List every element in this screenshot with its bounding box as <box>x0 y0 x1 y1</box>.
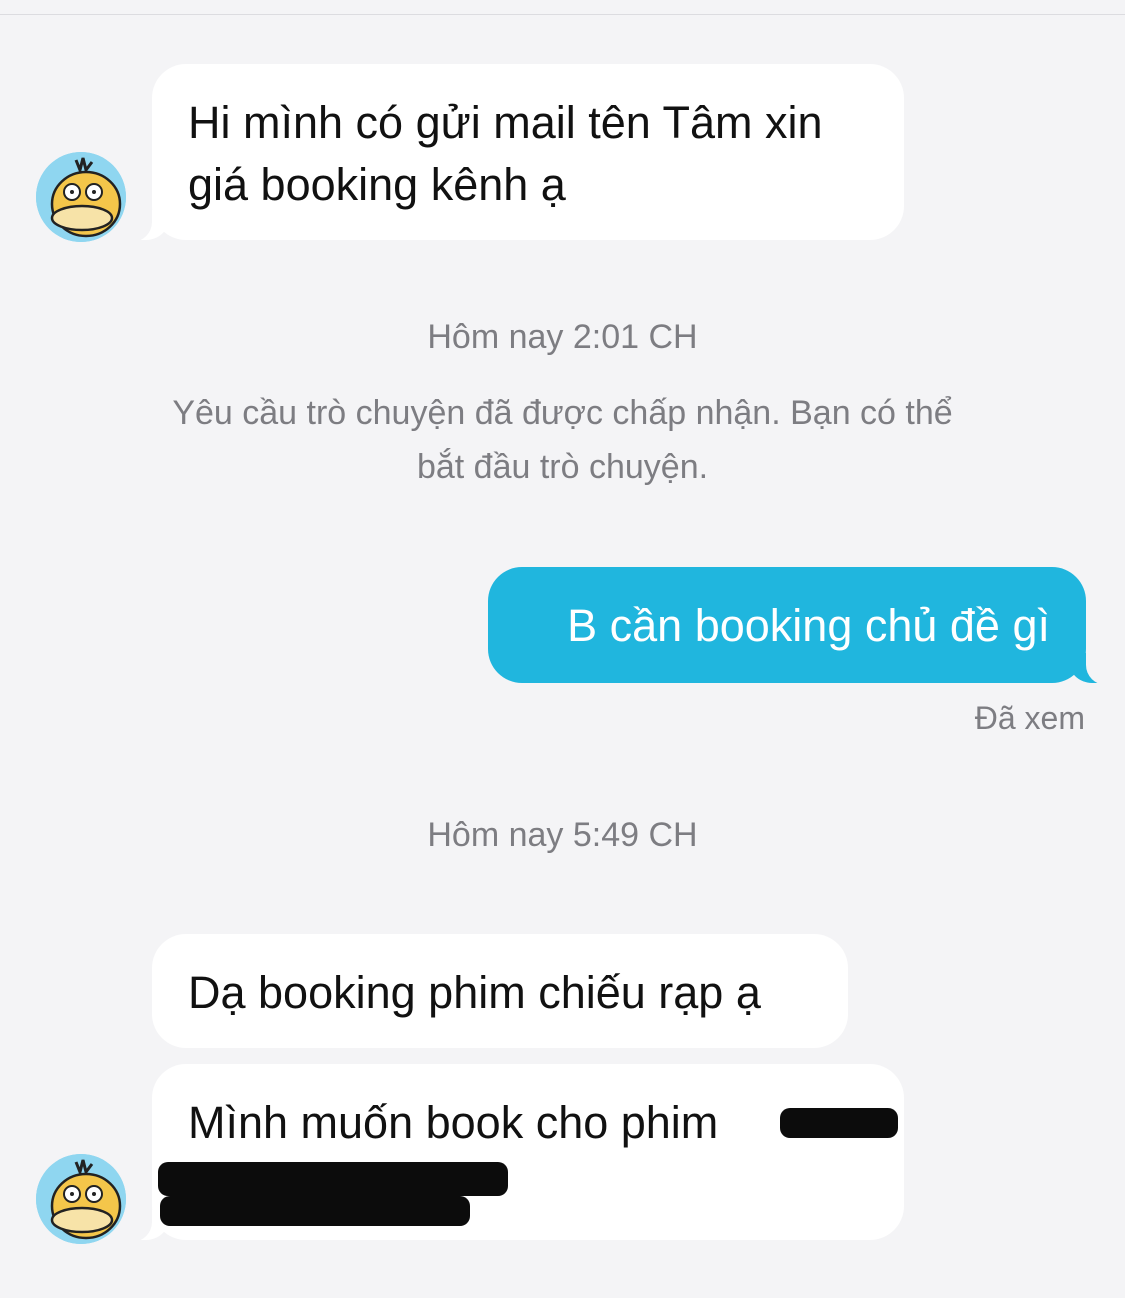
message-text: Dạ booking phim chiếu rạp ạ <box>188 967 761 1018</box>
avatar[interactable] <box>36 152 126 242</box>
redaction-mark <box>780 1108 898 1138</box>
header-divider <box>0 14 1125 15</box>
psyduck-avatar-icon <box>36 1154 126 1244</box>
message-text: Hi mình có gửi mail tên Tâm xin giá book… <box>188 97 823 210</box>
message-text: Mình muốn book cho phim <box>188 1097 719 1148</box>
redaction-mark <box>158 1162 508 1196</box>
incoming-message-bubble[interactable]: Hi mình có gửi mail tên Tâm xin giá book… <box>118 64 904 242</box>
incoming-message-bubble[interactable]: Dạ booking phim chiếu rạp ạ <box>152 934 848 1048</box>
redaction-mark <box>160 1196 470 1226</box>
seen-status: Đã xem <box>974 700 1085 736</box>
outgoing-message-bubble[interactable]: B cần booking chủ đề gì <box>488 567 1120 685</box>
timestamp-separator: Hôm nay 2:01 CH <box>427 318 698 356</box>
avatar[interactable] <box>36 1154 126 1244</box>
message-text: B cần booking chủ đề gì <box>567 600 1050 651</box>
psyduck-avatar-icon <box>36 152 126 242</box>
system-note: Yêu cầu trò chuyện đã được chấp nhận. Bạ… <box>172 394 953 486</box>
chat-screen: Hi mình có gửi mail tên Tâm xin giá book… <box>0 0 1125 1298</box>
timestamp-separator: Hôm nay 5:49 CH <box>427 816 698 854</box>
